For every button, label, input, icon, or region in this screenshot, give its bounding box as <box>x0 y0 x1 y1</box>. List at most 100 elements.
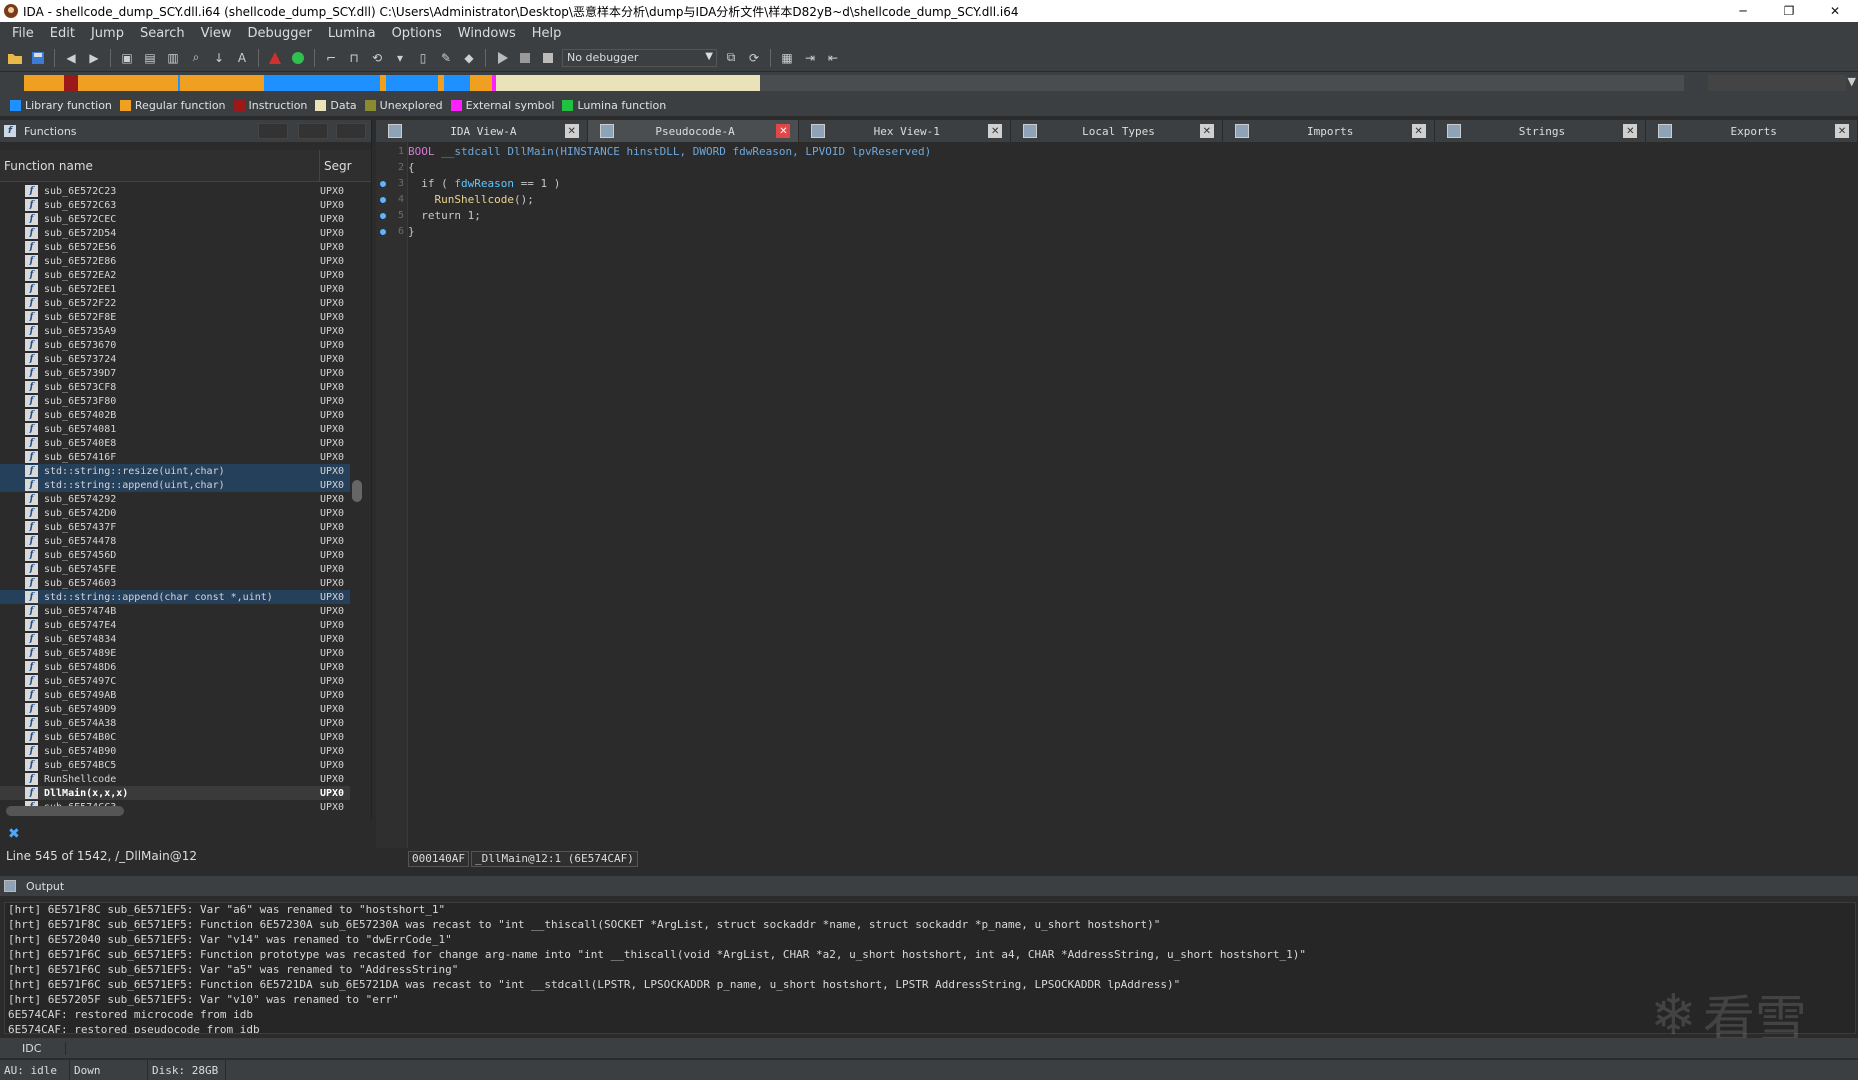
function-row[interactable]: f sub_6E5739D7 UPX0 <box>0 366 350 380</box>
function-row[interactable]: f sub_6E5740E8 UPX0 <box>0 436 350 450</box>
play-icon[interactable] <box>493 49 511 67</box>
navigation-strip[interactable] <box>24 75 1684 91</box>
idc-button[interactable]: IDC <box>0 1041 66 1055</box>
function-row[interactable]: f sub_6E5749AB UPX0 <box>0 688 350 702</box>
code-line[interactable]: 6} <box>376 224 1856 239</box>
menu-debugger[interactable]: Debugger <box>239 26 319 41</box>
stop-icon[interactable] <box>539 49 557 67</box>
indent-icon[interactable]: ⇥ <box>801 49 819 67</box>
pause-icon[interactable] <box>516 49 534 67</box>
pseudocode-view[interactable]: 1 BOOL __stdcall DllMain(HINSTANCE hinstD… <box>376 142 1858 848</box>
function-row[interactable]: f sub_6E572C23 UPX0 <box>0 184 350 198</box>
breakpoint-icon[interactable]: ◆ <box>460 49 478 67</box>
functions-panel-button[interactable] <box>298 123 328 139</box>
function-row[interactable]: f sub_6E572F22 UPX0 <box>0 296 350 310</box>
open-folder-icon[interactable] <box>6 49 24 67</box>
tab-strings[interactable]: Strings ✕ <box>1435 120 1647 142</box>
function-row[interactable]: f sub_6E573670 UPX0 <box>0 338 350 352</box>
function-row[interactable]: f sub_6E572EE1 UPX0 <box>0 282 350 296</box>
code-icon[interactable]: ▣ <box>118 49 136 67</box>
search-icon[interactable]: ⌕ <box>187 49 205 67</box>
close-tab-icon[interactable]: ✕ <box>1835 124 1850 138</box>
function-row[interactable]: f sub_6E57456D UPX0 <box>0 548 350 562</box>
function-row[interactable]: f sub_6E574081 UPX0 <box>0 422 350 436</box>
breakpoint-dot-icon[interactable] <box>380 228 386 235</box>
breakpoint-dot-icon[interactable] <box>380 196 386 203</box>
function-row[interactable]: f sub_6E57474B UPX0 <box>0 604 350 618</box>
function-row[interactable]: f sub_6E5749D9 UPX0 <box>0 702 350 716</box>
code-line[interactable]: 2{ <box>376 160 1856 175</box>
menu-file[interactable]: File <box>4 26 42 41</box>
breakpoint-dot-icon[interactable] <box>380 180 386 187</box>
function-row[interactable]: f sub_6E572E86 UPX0 <box>0 254 350 268</box>
tab-imports[interactable]: Imports ✕ <box>1223 120 1435 142</box>
brush-icon[interactable]: ✎ <box>437 49 455 67</box>
close-window-button[interactable]: ✕ <box>1812 0 1858 22</box>
function-row[interactable]: f DllMain(x,x,x) UPX0 <box>0 786 350 800</box>
function-row[interactable]: f sub_6E572EA2 UPX0 <box>0 268 350 282</box>
column-header-function-name[interactable]: Function name <box>0 150 320 181</box>
idc-input[interactable] <box>66 1038 1858 1058</box>
function-row[interactable]: f sub_6E572E56 UPX0 <box>0 240 350 254</box>
menu-search[interactable]: Search <box>132 26 193 41</box>
back-icon[interactable]: ◀ <box>62 49 80 67</box>
struct-icon[interactable]: ⌐ <box>322 49 340 67</box>
data-icon[interactable]: ▤ <box>141 49 159 67</box>
function-row[interactable]: f sub_6E5745FE UPX0 <box>0 562 350 576</box>
refresh-icon[interactable]: ⟳ <box>745 49 763 67</box>
menu-options[interactable]: Options <box>384 26 450 41</box>
enum-icon[interactable]: ⊓ <box>345 49 363 67</box>
function-row[interactable]: f sub_6E574A38 UPX0 <box>0 716 350 730</box>
close-tab-icon[interactable]: ✕ <box>1623 124 1638 138</box>
minimize-button[interactable]: ─ <box>1720 0 1766 22</box>
function-row[interactable]: f sub_6E5742D0 UPX0 <box>0 506 350 520</box>
jump-down-icon[interactable]: ↓ <box>210 49 228 67</box>
code-line[interactable]: 5 return 1; <box>376 208 1856 223</box>
functions-panel-button[interactable] <box>336 123 366 139</box>
function-row[interactable]: f sub_6E573F80 UPX0 <box>0 394 350 408</box>
function-row[interactable]: f sub_6E573CF8 UPX0 <box>0 380 350 394</box>
menu-view[interactable]: View <box>193 26 240 41</box>
functions-panel-button[interactable] <box>258 123 288 139</box>
function-row[interactable]: f std::string::append(char const *,uint) U… <box>0 590 350 604</box>
outdent-icon[interactable]: ⇤ <box>824 49 842 67</box>
xref-icon[interactable]: ⟲ <box>368 49 386 67</box>
functions-vertical-scrollbar[interactable] <box>352 480 362 502</box>
function-row[interactable]: f sub_6E57402B UPX0 <box>0 408 350 422</box>
menu-edit[interactable]: Edit <box>42 26 83 41</box>
close-filter-icon[interactable]: ✖ <box>8 826 24 842</box>
close-tab-icon[interactable]: ✕ <box>988 124 1003 138</box>
code-line[interactable]: 1 BOOL __stdcall DllMain(HINSTANCE hinstD… <box>376 144 1856 159</box>
tab-pseudocode-a[interactable]: Pseudocode-A ✕ <box>587 120 800 142</box>
navigation-band-dropdown[interactable]: ▼ <box>1708 75 1856 91</box>
attach-icon[interactable]: ⧉ <box>722 49 740 67</box>
menu-help[interactable]: Help <box>524 26 570 41</box>
close-tab-icon[interactable]: ✕ <box>1411 124 1426 138</box>
functions-horizontal-scrollbar[interactable] <box>6 806 124 816</box>
tab-exports[interactable]: Exports ✕ <box>1646 120 1858 142</box>
function-row[interactable]: f sub_6E57489E UPX0 <box>0 646 350 660</box>
forward-icon[interactable]: ▶ <box>85 49 103 67</box>
function-row[interactable]: f sub_6E574292 UPX0 <box>0 492 350 506</box>
menu-windows[interactable]: Windows <box>450 26 524 41</box>
graph-icon[interactable] <box>266 49 284 67</box>
menu-jump[interactable]: Jump <box>83 26 132 41</box>
function-row[interactable]: f sub_6E572C63 UPX0 <box>0 198 350 212</box>
function-row[interactable]: f sub_6E574B0C UPX0 <box>0 730 350 744</box>
close-tab-icon[interactable]: ✕ <box>564 124 579 138</box>
function-row[interactable]: f sub_6E572D54 UPX0 <box>0 226 350 240</box>
code-line[interactable]: 3 if ( fdwReason == 1 ) <box>376 176 1856 191</box>
function-row[interactable]: f sub_6E574B90 UPX0 <box>0 744 350 758</box>
function-row[interactable]: f std::string::append(uint,char) UPX0 <box>0 478 350 492</box>
function-row[interactable]: f sub_6E57416F UPX0 <box>0 450 350 464</box>
undefine-icon[interactable]: ▥ <box>164 49 182 67</box>
segment-icon[interactable]: ▯ <box>414 49 432 67</box>
function-row[interactable]: f sub_6E57497C UPX0 <box>0 674 350 688</box>
breakpoint-dot-icon[interactable] <box>380 212 386 219</box>
patch-icon[interactable]: ▾ <box>391 49 409 67</box>
code-line[interactable]: 4 RunShellcode(); <box>376 192 1856 207</box>
column-header-segment[interactable]: Segr <box>320 159 352 173</box>
tab-local-types[interactable]: Local Types ✕ <box>1011 120 1223 142</box>
debugger-select[interactable]: No debugger ▼ <box>562 48 717 67</box>
function-row[interactable]: f sub_6E572CEC UPX0 <box>0 212 350 226</box>
